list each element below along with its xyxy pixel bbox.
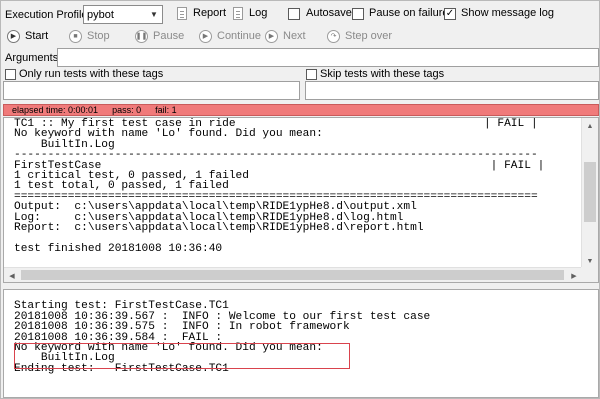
autosave-checkbox[interactable]	[288, 8, 300, 20]
exclude-tags-input[interactable]	[305, 81, 599, 100]
step-over-icon: ↷	[327, 29, 340, 43]
run-status-bar: elapsed time: 0:00:01 pass: 0 fail: 1	[3, 104, 599, 116]
pause-icon: ❚❚	[135, 29, 148, 43]
step-over-button[interactable]: ↷ Step over	[327, 28, 392, 44]
check-mark-icon: ✓	[445, 8, 455, 19]
pause-on-failure-label[interactable]: Pause on failure	[369, 7, 449, 19]
console-line: test finished 20181008 10:36:40	[14, 242, 223, 255]
continue-button[interactable]: ▶ Continue	[199, 28, 261, 44]
autosave-label[interactable]: Autosave	[306, 7, 352, 19]
include-tags-input[interactable]	[3, 81, 300, 100]
pause-button[interactable]: ❚❚ Pause	[135, 28, 184, 44]
stop-button[interactable]: ■ Stop	[69, 28, 110, 44]
next-icon: ▶	[265, 29, 278, 43]
next-label: Next	[283, 30, 306, 42]
execution-profile-row: Execution Profile:	[5, 6, 91, 24]
include-tags-checkbox[interactable]	[5, 69, 16, 80]
start-button[interactable]: ▶ Start	[7, 28, 48, 44]
log-label[interactable]: Log	[249, 7, 267, 19]
console-line: Output: c:\users\appdata\local\temp\RIDE…	[14, 201, 417, 214]
step-over-label: Step over	[345, 30, 393, 42]
scroll-up-icon[interactable]: ▲	[582, 118, 598, 134]
report-document-icon[interactable]	[177, 7, 187, 20]
arguments-input[interactable]	[57, 48, 599, 67]
pass-count: pass: 0	[112, 105, 142, 115]
output-vertical-scroll-thumb[interactable]	[584, 162, 596, 222]
continue-icon: ▶	[199, 29, 212, 43]
console-line: ----------------------------------------…	[14, 149, 538, 162]
scrollbar-corner	[581, 267, 598, 282]
start-label: Start	[25, 30, 49, 42]
arguments-label: Arguments:	[5, 52, 62, 64]
execution-profile-label: Execution Profile:	[5, 9, 91, 21]
next-button[interactable]: ▶ Next	[265, 28, 306, 44]
show-message-log-checkbox[interactable]: ✓	[444, 8, 456, 20]
exclude-tags-label[interactable]: Skip tests with these tags	[320, 68, 444, 80]
execution-profile-select[interactable]: pybot ▼	[83, 5, 163, 24]
include-tags-label[interactable]: Only run tests with these tags	[19, 68, 163, 80]
scroll-right-icon[interactable]: ▶	[566, 268, 582, 282]
chevron-down-icon[interactable]: ▼	[148, 8, 160, 21]
exclude-tags-checkbox[interactable]	[306, 69, 317, 80]
elapsed-time: elapsed time: 0:00:01	[12, 105, 99, 115]
output-vertical-scrollbar[interactable]: ▲ ▼	[581, 118, 598, 269]
show-message-log-label[interactable]: Show message log	[461, 7, 554, 19]
message-log-line: 20181008 10:36:39.575 : INFO : In robot …	[14, 321, 350, 334]
output-horizontal-scrollbar[interactable]: ◀ ▶	[4, 267, 582, 282]
message-log[interactable]: Starting test: FirstTestCase.TC1 20181008…	[3, 289, 599, 398]
stop-label: Stop	[87, 30, 110, 42]
output-horizontal-scroll-thumb[interactable]	[21, 270, 564, 280]
output-console-text: TC1 :: My first test case in ride | FAIL…	[4, 118, 598, 254]
play-icon: ▶	[7, 29, 20, 43]
console-line: Report: c:\users\appdata\local\temp\RIDE…	[14, 221, 424, 234]
ride-run-panel: Execution Profile: pybot ▼ Report Log Au…	[0, 0, 600, 399]
fail-count: fail: 1	[155, 105, 177, 115]
log-document-icon[interactable]	[233, 7, 243, 20]
continue-label: Continue	[217, 30, 262, 42]
scroll-left-icon[interactable]: ◀	[4, 268, 20, 282]
stop-icon: ■	[69, 29, 82, 43]
report-label[interactable]: Report	[193, 7, 226, 19]
output-console[interactable]: TC1 :: My first test case in ride | FAIL…	[3, 117, 599, 283]
pause-label: Pause	[153, 30, 185, 42]
execution-profile-value: pybot	[87, 8, 114, 21]
error-highlight-box	[14, 343, 350, 369]
pause-on-failure-checkbox[interactable]	[352, 8, 364, 20]
